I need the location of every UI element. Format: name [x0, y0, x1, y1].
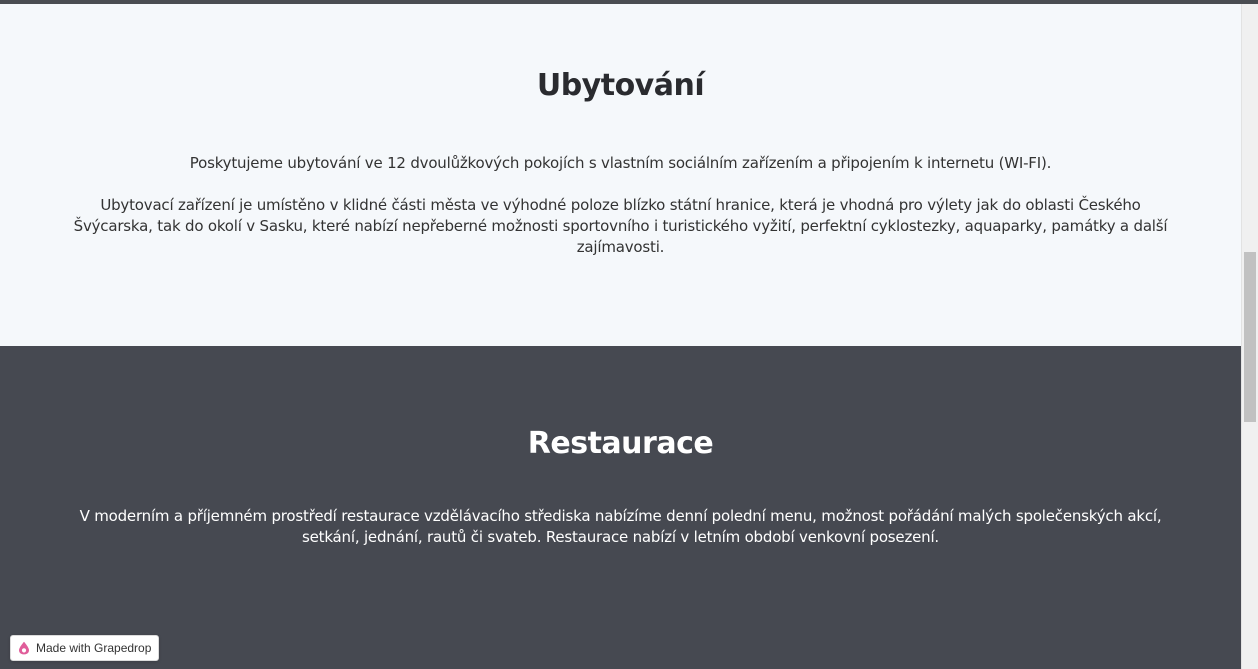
made-with-grapedrop-badge[interactable]: Made with Grapedrop: [10, 635, 160, 661]
badge-label: Made with Grapedrop: [36, 641, 152, 655]
restaurant-paragraph: V moderním a příjemném prostředí restaur…: [79, 507, 1162, 546]
scrollbar-thumb[interactable]: [1244, 252, 1256, 422]
restaurant-title: Restaurace: [527, 426, 714, 461]
accommodation-paragraph-2: Ubytovací zařízení je umístěno v klidné …: [73, 196, 1168, 256]
accommodation-title: Ubytování: [536, 68, 705, 103]
accommodation-paragraph-1: Poskytujeme ubytování ve 12 dvoulůžkovýc…: [189, 154, 1052, 172]
vertical-scrollbar[interactable]: [1241, 4, 1258, 669]
restaurant-section: Restaurace V moderním a příjemném prostř…: [0, 346, 1241, 669]
grapedrop-drop-icon: [17, 641, 31, 655]
accommodation-section: Ubytování Poskytujeme ubytování ve 12 dv…: [0, 4, 1241, 346]
page-content: Ubytování Poskytujeme ubytování ve 12 dv…: [0, 4, 1241, 669]
